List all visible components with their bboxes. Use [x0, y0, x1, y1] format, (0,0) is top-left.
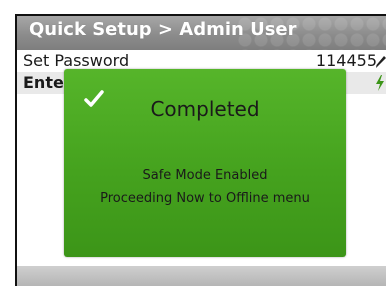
- pencil-icon[interactable]: [375, 53, 386, 69]
- set-password-value: 114455: [315, 51, 377, 70]
- page-title: Quick Setup > Admin User: [29, 19, 297, 40]
- completed-dialog: Completed Safe Mode Enabled Proceeding N…: [64, 69, 346, 257]
- dialog-message-line1: Safe Mode Enabled: [142, 168, 268, 183]
- device-screen: Quick Setup > Admin User Set Password 11…: [15, 14, 386, 286]
- lightning-bolt-icon: [376, 75, 384, 91]
- bottom-bar: [17, 266, 386, 286]
- dialog-title: Completed: [150, 97, 260, 121]
- enter-label: Ente: [23, 73, 64, 92]
- set-password-label: Set Password: [23, 51, 130, 70]
- title-bar: Quick Setup > Admin User: [17, 16, 386, 50]
- dialog-message-line2: Proceeding Now to Offline menu: [100, 191, 310, 206]
